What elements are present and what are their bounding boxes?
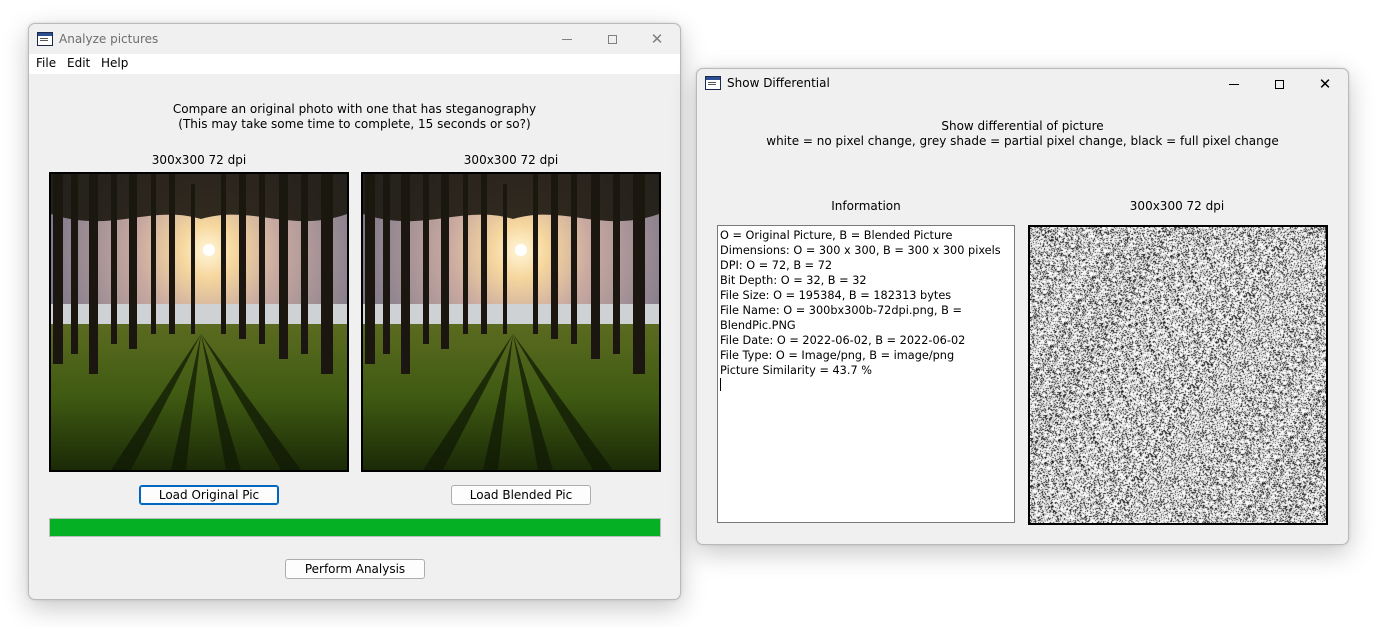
analyze-titlebar[interactable]: Analyze pictures ✕	[29, 24, 680, 54]
information-label: Information	[831, 199, 901, 213]
maximize-button[interactable]	[1256, 69, 1302, 99]
load-original-button[interactable]: Load Original Pic	[139, 485, 279, 505]
minimize-button[interactable]	[544, 24, 590, 54]
text-caret	[720, 378, 1012, 393]
close-icon: ✕	[1318, 75, 1332, 93]
maximize-button[interactable]	[589, 24, 635, 54]
maximize-icon	[607, 34, 617, 44]
info-line: File Type: O = Image/png, B = image/png	[720, 349, 955, 362]
forest-sunset-image	[51, 174, 347, 470]
info-line: DPI: O = 72, B = 72	[720, 259, 833, 272]
minimize-button[interactable]	[1211, 69, 1257, 99]
information-textbox[interactable]: O = Original Picture, B = Blended Pictur…	[717, 225, 1015, 523]
original-picture	[49, 172, 349, 472]
close-icon: ✕	[650, 30, 664, 48]
close-button[interactable]: ✕	[1302, 69, 1348, 99]
window-title: Show Differential	[727, 76, 830, 90]
info-line: File Date: O = 2022-06-02, B = 2022-06-0…	[720, 334, 966, 347]
menu-help[interactable]: Help	[101, 56, 128, 70]
differential-window: Show Differential ✕ Show differential of…	[696, 68, 1349, 545]
app-window-icon	[705, 76, 721, 90]
differential-heading: Show differential of picture	[941, 119, 1104, 133]
instructions-line-2: (This may take some time to complete, 15…	[178, 117, 531, 131]
menu-bar: File Edit Help	[29, 54, 680, 74]
info-line: Dimensions: O = 300 x 300, B = 300 x 300…	[720, 244, 1001, 257]
maximize-icon	[1274, 79, 1284, 89]
info-line: Picture Similarity = 43.7 %	[720, 364, 872, 377]
diff-caption: 300x300 72 dpi	[1129, 199, 1225, 213]
minimize-icon	[1229, 83, 1239, 85]
close-button[interactable]: ✕	[634, 24, 680, 54]
info-line: Bit Depth: O = 32, B = 32	[720, 274, 867, 287]
load-blended-button[interactable]: Load Blended Pic	[451, 485, 591, 505]
menu-file[interactable]: File	[36, 56, 56, 70]
info-line: File Name: O = 300bx300b-72dpi.png, B = …	[720, 304, 962, 332]
blended-caption: 300x300 72 dpi	[463, 153, 559, 167]
window-title: Analyze pictures	[59, 32, 159, 46]
differential-picture	[1028, 225, 1328, 525]
forest-sunset-image	[363, 174, 659, 470]
app-window-icon	[37, 32, 53, 46]
blended-picture	[361, 172, 661, 472]
minimize-icon	[562, 38, 572, 40]
analysis-progress-bar	[49, 518, 661, 537]
analyze-window: Analyze pictures ✕ File Edit Help Compar…	[28, 23, 681, 600]
differential-legend: white = no pixel change, grey shade = pa…	[766, 134, 1279, 148]
perform-analysis-button[interactable]: Perform Analysis	[285, 559, 425, 579]
differential-titlebar[interactable]: Show Differential ✕	[697, 69, 1348, 99]
original-caption: 300x300 72 dpi	[151, 153, 247, 167]
progress-fill	[50, 519, 660, 536]
menu-edit[interactable]: Edit	[67, 56, 90, 70]
info-line: O = Original Picture, B = Blended Pictur…	[720, 229, 953, 242]
differential-noise-image	[1030, 227, 1326, 523]
instructions-line-1: Compare an original photo with one that …	[172, 102, 537, 116]
info-line: File Size: O = 195384, B = 182313 bytes	[720, 289, 952, 302]
